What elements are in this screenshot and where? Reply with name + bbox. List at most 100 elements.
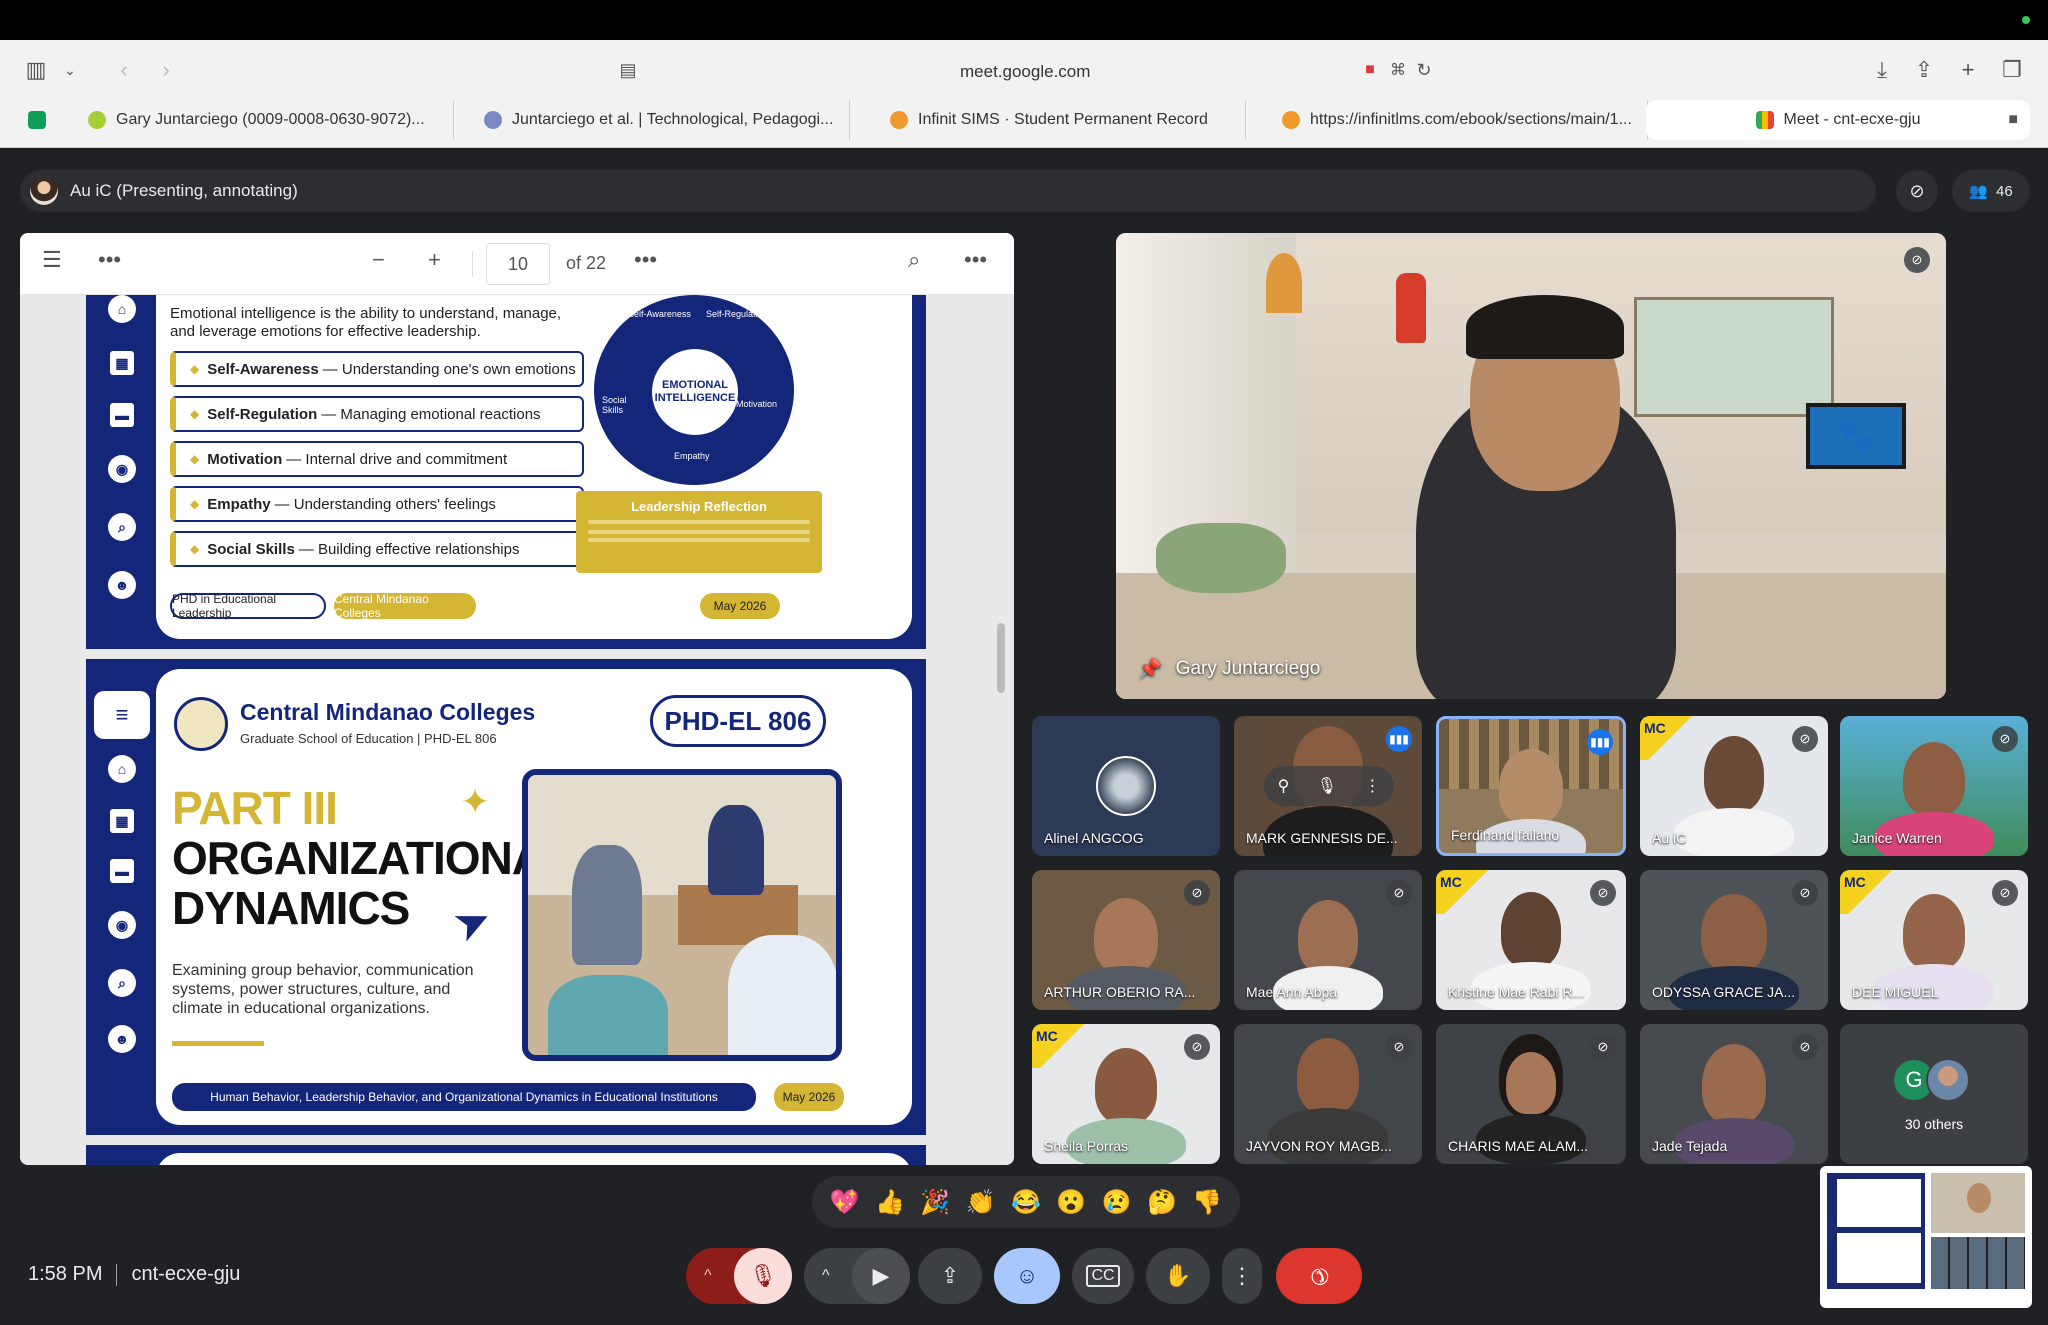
reaction-thinking[interactable]: 🤔: [1147, 1188, 1177, 1217]
sidebar-toggle-icon[interactable]: ▥: [18, 52, 54, 88]
home-icon: ⌂: [108, 295, 136, 323]
page-number-input[interactable]: 10: [486, 243, 550, 285]
reload-icon[interactable]: ↻: [1406, 52, 1442, 88]
share-icon[interactable]: ⇪: [1906, 52, 1942, 88]
pin-icon[interactable]: ⚲: [1278, 776, 1290, 796]
participant-tile[interactable]: MC ⊘ Kristine Mae Rabi R...: [1436, 870, 1626, 1010]
browser-chrome: ▥ ⌄ ‹ › ▤ meet.google.com ■ ⌘ ↻ ⤓ ⇪ + ❐ …: [0, 40, 2048, 148]
participant-tile-speaking[interactable]: ▮▮▮ Ferdinand failano: [1436, 716, 1626, 856]
thumb-speaker: [1931, 1173, 2025, 1233]
participant-tile[interactable]: ⊘ Jade Tejada: [1640, 1024, 1828, 1164]
people-button[interactable]: 👥 46: [1952, 170, 2030, 212]
user-icon: ☻: [108, 1025, 136, 1053]
participant-video: [1268, 1108, 1388, 1164]
reflection-line: [588, 530, 810, 534]
back-arrow-icon[interactable]: ‹: [106, 52, 142, 88]
slide-description: Examining group behavior, communication …: [172, 962, 474, 1017]
pdf-scrollbar[interactable]: [994, 303, 1008, 1157]
call-end-icon: ✆: [1303, 1260, 1335, 1292]
gold-divider: [172, 1041, 264, 1046]
leave-call-button[interactable]: ✆: [1276, 1248, 1362, 1304]
tab-label: https://infinitlms.com/ebook/sections/ma…: [1310, 111, 1632, 128]
tab-meet[interactable]: Meet - cnt-ecxe-gju ■: [1646, 100, 2030, 140]
participant-tile[interactable]: MC ⊘ DEE MIGUEL: [1840, 870, 2028, 1010]
pin-icon: 📌: [1138, 659, 1162, 680]
tab-orcid[interactable]: Gary Juntarciego (0009-0008-0630-9072)..…: [74, 100, 454, 140]
forward-arrow-icon[interactable]: ›: [148, 52, 184, 88]
participant-tile[interactable]: ⊘ Mae Ann Abpa: [1234, 870, 1422, 1010]
mic-off-icon: ⊘: [1590, 880, 1616, 906]
tab-label: Gary Juntarciego (0009-0008-0630-9072)..…: [116, 111, 425, 128]
reaction-party[interactable]: 🎉: [920, 1188, 950, 1217]
tab-infinit-sims[interactable]: Infinit SIMS · Student Permanent Record: [876, 100, 1246, 140]
ei-item: ◆ Self-Regulation — Managing emotional rea…: [170, 396, 584, 432]
participant-tile[interactable]: ▮▮▮ ⚲ 🎙 ⋮ MARK GENNESIS DE...: [1234, 716, 1422, 856]
more-icon[interactable]: •••: [634, 247, 657, 273]
present-button[interactable]: ⇪: [918, 1248, 982, 1304]
reaction-laugh[interactable]: 😂: [1011, 1188, 1041, 1217]
search-icon[interactable]: ⌕: [908, 247, 920, 273]
tab-juntarciego[interactable]: Juntarciego et al. | Technological, Peda…: [470, 100, 850, 140]
reaction-heart[interactable]: 💖: [830, 1188, 860, 1217]
main-speaker-tile[interactable]: 🐾 ⊘ 📌 Gary Juntarciego: [1116, 233, 1946, 699]
page-total: of 22: [566, 253, 607, 273]
footer-date: May 2026: [774, 1083, 844, 1111]
folder-icon: ▬: [110, 859, 134, 883]
zoom-out-icon[interactable]: −: [372, 247, 385, 273]
more-icon[interactable]: •••: [964, 247, 987, 273]
system-menu-bar: [0, 0, 2048, 40]
tab-camera-icon: ■: [2008, 111, 2018, 128]
sheets-icon: [28, 111, 46, 129]
pinned-tab-sheets[interactable]: [14, 100, 58, 140]
participant-tile[interactable]: ⊘ Janice Warren: [1840, 716, 2028, 856]
mic-icon[interactable]: 🎙: [1317, 776, 1337, 796]
mic-toggle-button[interactable]: 🎙: [734, 1248, 792, 1304]
more-vert-icon[interactable]: ⋮: [1364, 776, 1380, 796]
more-options-button[interactable]: ⋮: [1222, 1248, 1262, 1304]
reader-icon[interactable]: ▤: [610, 52, 646, 88]
outline-icon[interactable]: ☰: [42, 247, 62, 273]
new-tab-icon[interactable]: +: [1950, 52, 1986, 88]
raise-hand-button[interactable]: ✋: [1146, 1248, 1210, 1304]
participant-video: [1903, 742, 1965, 816]
scroll-thumb[interactable]: [997, 623, 1005, 693]
participant-tile[interactable]: ⊘ JAYVON ROY MAGB...: [1234, 1024, 1422, 1164]
reaction-sad[interactable]: 😢: [1102, 1188, 1132, 1217]
tab-overview-icon[interactable]: ❐: [1994, 52, 2030, 88]
ei-desc: — Managing emotional reactions: [321, 405, 541, 423]
tab-infinitlms[interactable]: https://infinitlms.com/ebook/sections/ma…: [1268, 100, 1648, 140]
captions-button[interactable]: CC: [1072, 1248, 1134, 1304]
reaction-thumbs-up[interactable]: 👍: [875, 1188, 905, 1217]
download-icon[interactable]: ⤓: [1864, 52, 1900, 88]
people-icon: 👥: [1969, 183, 1988, 200]
camera-toggle-button[interactable]: ▶: [852, 1248, 910, 1304]
participant-tile[interactable]: MC ⊘ Sheila Porras: [1032, 1024, 1220, 1164]
ei-term: Motivation: [207, 450, 283, 468]
footer-date: May 2026: [700, 593, 780, 619]
zoom-in-icon[interactable]: +: [428, 247, 441, 273]
dog-bed-decor: [1156, 523, 1286, 593]
participant-video: [1903, 894, 1965, 970]
participant-tile[interactable]: ⊘ CHARIS MAE ALAM...: [1436, 1024, 1626, 1164]
address-bar[interactable]: meet.google.com: [960, 62, 1090, 82]
reaction-thumbs-down[interactable]: 👎: [1192, 1188, 1222, 1217]
reaction-surprised[interactable]: 😮: [1056, 1188, 1086, 1217]
footer-pill: Central Mindanao Colleges: [334, 592, 476, 620]
participant-tile[interactable]: Alinel ANGCOG: [1032, 716, 1220, 856]
participant-tile[interactable]: ⊘ ODYSSA GRACE JA...: [1640, 870, 1828, 1010]
more-icon[interactable]: •••: [98, 247, 121, 273]
tab-label: Infinit SIMS · Student Permanent Record: [918, 111, 1208, 128]
hide-presentation-button[interactable]: ⊘: [1896, 170, 1938, 212]
thumb-grid: [1931, 1237, 2025, 1289]
emoji-button[interactable]: ☺: [994, 1248, 1060, 1304]
participant-tile[interactable]: ⊘ ARTHUR OBERIO RA...: [1032, 870, 1220, 1010]
others-tile[interactable]: G 30 others: [1840, 1024, 2028, 1164]
participant-name: Kristine Mae Rabi R...: [1448, 984, 1585, 1000]
reaction-clap[interactable]: 👏: [966, 1188, 996, 1217]
pdf-slide: ⌂ ▦ ▬ ◉ ⌕ ☻ Emotional intelligence is th…: [86, 295, 926, 649]
tile-hover-controls[interactable]: ⚲ 🎙 ⋮: [1264, 766, 1394, 806]
self-view-thumbnail[interactable]: [1820, 1166, 2032, 1308]
participant-tile[interactable]: MC ⊘ Au iC: [1640, 716, 1828, 856]
chevron-down-icon[interactable]: ⌄: [52, 52, 88, 88]
mic-off-icon: ⊘: [1904, 247, 1930, 273]
